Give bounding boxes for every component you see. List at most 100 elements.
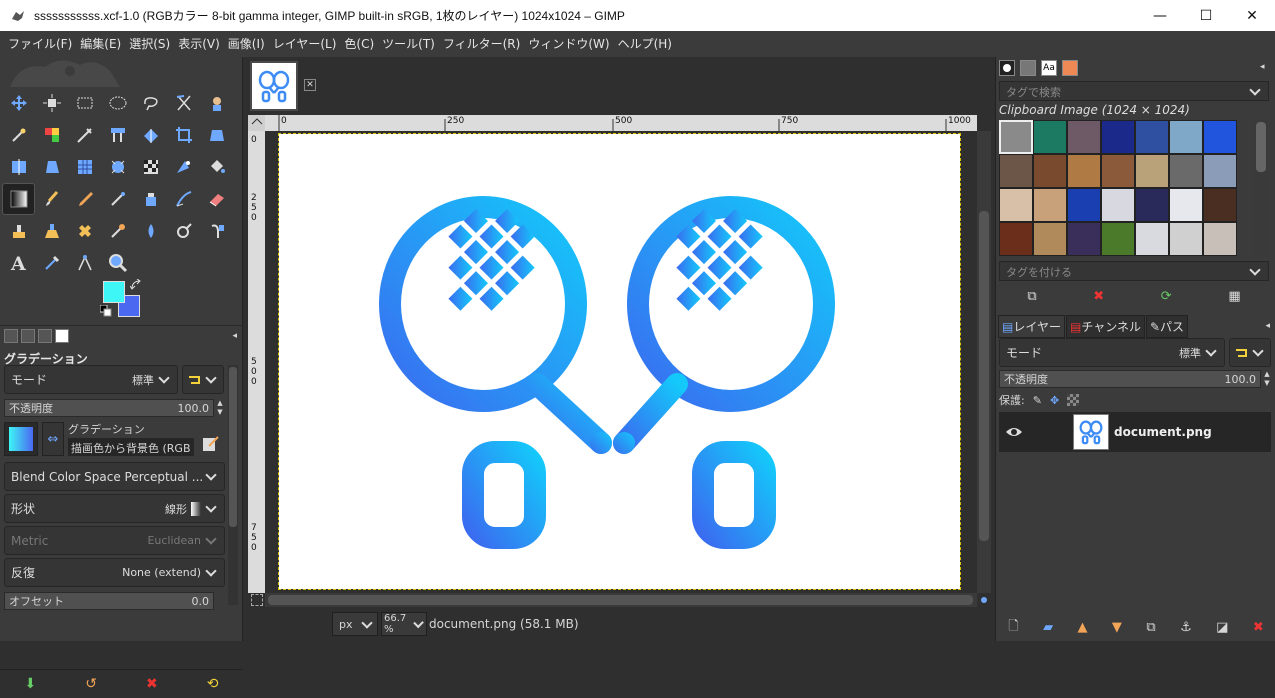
edit-gradient-icon[interactable]: [201, 434, 223, 454]
zoom-dropdown[interactable]: 66.7 %: [381, 612, 427, 636]
mode-dropdown[interactable]: モード 標準: [4, 365, 178, 394]
pattern-swatch[interactable]: [1101, 154, 1135, 188]
pattern-swatch[interactable]: [1067, 188, 1101, 222]
eraser-icon[interactable]: [200, 183, 233, 215]
lock-alpha-icon[interactable]: [1067, 394, 1080, 406]
perspective-clone-icon[interactable]: [35, 215, 68, 247]
layer-opacity-slider[interactable]: 不透明度 100.0: [999, 370, 1261, 388]
zoom-tool-icon[interactable]: [101, 247, 134, 279]
close-window-button[interactable]: ✕: [1229, 0, 1275, 31]
mode-reset-dropdown[interactable]: [182, 365, 224, 394]
brushes-tab-icon[interactable]: [999, 60, 1015, 76]
color-picker-icon[interactable]: [200, 215, 233, 247]
document-history-tab-icon[interactable]: [1062, 60, 1078, 76]
pattern-swatch[interactable]: [1101, 188, 1135, 222]
pencil-icon[interactable]: [68, 183, 101, 215]
unit-dropdown[interactable]: px: [332, 612, 378, 636]
menu-filters[interactable]: フィルター(R): [439, 31, 524, 57]
layer-row[interactable]: document.png: [999, 412, 1271, 452]
open-pattern-icon[interactable]: ▦: [1228, 289, 1240, 304]
image-canvas[interactable]: [278, 133, 961, 590]
restore-options-icon[interactable]: ↺: [85, 676, 97, 692]
menu-layer[interactable]: レイヤー(L): [269, 31, 341, 57]
grid-transform-icon[interactable]: [68, 151, 101, 183]
refresh-patterns-icon[interactable]: ⟳: [1161, 289, 1172, 304]
flip-tool-icon[interactable]: [2, 151, 35, 183]
menu-tools[interactable]: ツール(T): [378, 31, 439, 57]
pattern-swatch[interactable]: [1169, 154, 1203, 188]
pattern-swatch[interactable]: [1067, 154, 1101, 188]
raise-layer-icon[interactable]: ▲: [1078, 620, 1088, 635]
canvas-vertical-scrollbar[interactable]: [977, 131, 991, 593]
pattern-swatch[interactable]: [1101, 120, 1135, 154]
gradient-preview[interactable]: [4, 422, 38, 456]
fg-bg-colors[interactable]: [100, 279, 145, 319]
align-tool-icon[interactable]: [35, 87, 68, 119]
pattern-swatch[interactable]: [1135, 188, 1169, 222]
new-layer-icon[interactable]: 🗋: [1008, 617, 1018, 639]
pattern-swatch[interactable]: [1067, 120, 1101, 154]
menu-image[interactable]: 画像(I): [224, 31, 269, 57]
text-tool-icon[interactable]: A: [2, 247, 35, 279]
ellipse-select-icon[interactable]: [101, 87, 134, 119]
reset-options-icon[interactable]: ⟲: [207, 676, 219, 692]
menu-view[interactable]: 表示(V): [174, 31, 224, 57]
delete-pattern-icon[interactable]: ✖: [1093, 289, 1104, 304]
foreground-color-swatch[interactable]: [103, 281, 125, 303]
layer-mode-dropdown[interactable]: モード 標準: [999, 338, 1225, 367]
clone-tool-icon[interactable]: [2, 215, 35, 247]
navigate-corner[interactable]: [977, 593, 991, 607]
quick-mask-toggle[interactable]: [251, 594, 263, 606]
ink-tool-icon[interactable]: [134, 183, 167, 215]
layer-composite-dropdown[interactable]: [1229, 338, 1271, 367]
tab-menu-icon[interactable]: ◂: [232, 331, 237, 341]
pattern-swatch[interactable]: [1203, 188, 1237, 222]
image-tab-thumbnail[interactable]: [250, 61, 298, 111]
options-scrollbar[interactable]: [228, 365, 238, 605]
menu-windows[interactable]: ウィンドウ(W): [524, 31, 613, 57]
airbrush-icon[interactable]: [101, 183, 134, 215]
pattern-swatch[interactable]: [1033, 154, 1067, 188]
checker-tool-icon[interactable]: [134, 151, 167, 183]
paintbrush-icon[interactable]: [35, 183, 68, 215]
layer-mask-icon[interactable]: ◪: [1216, 620, 1228, 635]
measure-tool-icon[interactable]: [68, 247, 101, 279]
pattern-swatch[interactable]: [1135, 222, 1169, 256]
tool-options-tab-icon[interactable]: [4, 328, 18, 343]
gradient-tool-icon[interactable]: [2, 183, 35, 215]
dock-menu-icon[interactable]: ◂: [1260, 62, 1265, 72]
anchor-layer-icon[interactable]: ⚓: [1180, 620, 1192, 635]
pattern-swatch[interactable]: [1033, 188, 1067, 222]
patterns-tab-icon[interactable]: [1020, 60, 1036, 76]
tab-layers[interactable]: ▤レイヤー: [998, 314, 1065, 338]
duplicate-pattern-icon[interactable]: ⧉: [1027, 289, 1036, 304]
paths-tool-icon[interactable]: [68, 119, 101, 151]
menu-colors[interactable]: 色(C): [340, 31, 378, 57]
offset-slider[interactable]: オフセット 0.0: [4, 592, 214, 610]
pattern-swatch[interactable]: [1033, 120, 1067, 154]
tab-channels[interactable]: ▤チャンネル: [1065, 314, 1145, 338]
scissors-select-icon[interactable]: [167, 87, 200, 119]
images-tab-icon[interactable]: [55, 328, 69, 343]
lower-layer-icon[interactable]: ▼: [1112, 620, 1122, 635]
menu-help[interactable]: ヘルプ(H): [614, 31, 676, 57]
pattern-swatch[interactable]: [1135, 120, 1169, 154]
pattern-swatch[interactable]: [1203, 154, 1237, 188]
layers-menu-icon[interactable]: ◂: [1265, 321, 1270, 331]
opacity-slider[interactable]: 不透明度 100.0: [4, 399, 214, 417]
mypaint-brush-icon[interactable]: [167, 183, 200, 215]
visibility-eye-icon[interactable]: [999, 426, 1029, 438]
delete-layer-icon[interactable]: ✖: [1253, 620, 1264, 635]
by-color-select-icon[interactable]: [35, 119, 68, 151]
pattern-swatch[interactable]: [1101, 222, 1135, 256]
rect-select-icon[interactable]: [68, 87, 101, 119]
free-select-icon[interactable]: [134, 87, 167, 119]
canvas-area[interactable]: [265, 131, 977, 593]
pattern-swatch[interactable]: [999, 120, 1033, 154]
repeat-dropdown[interactable]: 反復 None (extend): [4, 558, 225, 587]
menu-file[interactable]: ファイル(F): [4, 31, 76, 57]
dodge-burn-icon[interactable]: [134, 215, 167, 247]
reverse-gradient-button[interactable]: ⇔: [42, 422, 64, 456]
eyedropper-icon[interactable]: [35, 247, 68, 279]
cage-transform-icon[interactable]: [35, 151, 68, 183]
